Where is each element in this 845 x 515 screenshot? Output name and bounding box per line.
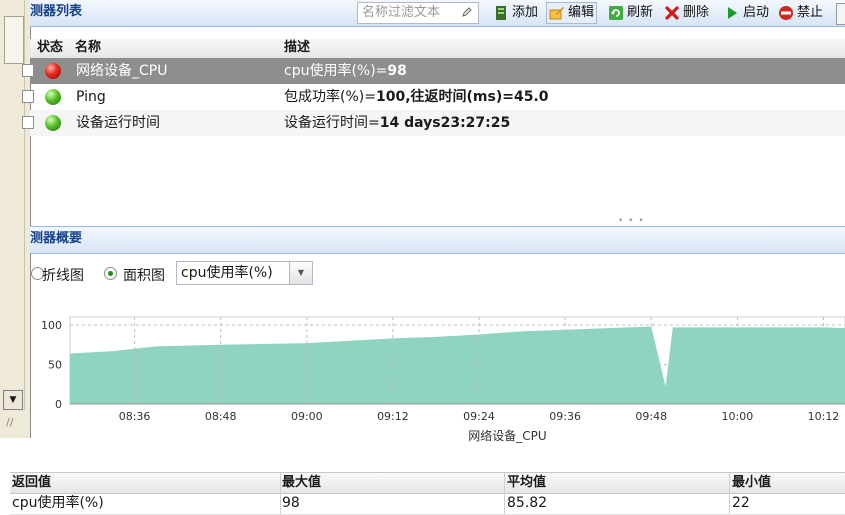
row-desc-prefix: cpu使用率(%)= (284, 63, 388, 79)
row-desc-prefix: 设备运行时间= (284, 115, 380, 131)
status-green-icon (45, 89, 61, 105)
row-checkbox[interactable] (22, 116, 34, 129)
scroll-thumb[interactable] (4, 16, 24, 64)
line-chart-label[interactable]: 折线图 (42, 265, 84, 285)
edit-button[interactable]: 编辑 (546, 2, 598, 24)
add-label: 添加 (512, 5, 539, 20)
stat-avg: 85.82 (507, 495, 548, 511)
row-desc: cpu使用率(%)=98 (284, 58, 407, 84)
area-chart-label[interactable]: 面积图 (123, 265, 165, 285)
metric-select-value: cpu使用率(%) (181, 265, 273, 281)
monitor-list-title: 测器列表 (30, 4, 83, 19)
row-desc-value: 100,往返时间(ms)=45.0 (375, 89, 549, 105)
edit-icon (549, 7, 564, 20)
x-tick-label: 09:12 (377, 410, 409, 423)
refresh-label: 刷新 (627, 5, 654, 20)
x-axis-label: 网络设备_CPU (468, 428, 546, 443)
status-green-icon (45, 115, 61, 131)
summary-title: 测器概要 (30, 231, 83, 246)
x-tick-label: 09:24 (463, 410, 495, 423)
col-status[interactable]: 状态 (37, 39, 63, 57)
x-tick-label: 09:48 (635, 410, 667, 423)
start-button[interactable]: 启动 (724, 2, 769, 24)
x-tick-label: 10:00 (722, 410, 754, 423)
area-chart: 0 50 100 08:36 08:48 09:00 09:12 09:24 09:36 09:4… (41, 316, 845, 443)
row-name: 网络设备_CPU (76, 63, 168, 79)
table-row[interactable]: Ping 包成功率(%)=100,往返时间(ms)=45.0 (22, 84, 845, 110)
col-desc[interactable]: 描述 (284, 39, 310, 57)
resize-grip-icon[interactable]: // (6, 416, 22, 430)
add-icon (496, 6, 506, 20)
play-icon (728, 7, 737, 19)
forbid-icon (779, 6, 793, 20)
y-tick-label: 50 (48, 359, 62, 372)
x-tick-label: 09:36 (549, 410, 581, 423)
x-tick-label: 08:36 (119, 410, 151, 423)
stats-row: cpu使用率(%) 98 85.82 22 (10, 493, 845, 515)
col-max[interactable]: 最大值 (282, 473, 321, 493)
metric-select[interactable]: cpu使用率(%) ▼ (176, 261, 313, 285)
x-tick-label: 10:12 (808, 410, 840, 423)
col-name[interactable]: 名称 (75, 39, 101, 57)
row-name: 设备运行时间 (76, 115, 160, 131)
area-chart-radio[interactable] (104, 267, 117, 280)
start-label: 启动 (743, 5, 770, 20)
row-name: Ping (76, 89, 106, 105)
disable-button[interactable]: 禁止 (778, 2, 823, 24)
stat-max: 98 (282, 495, 300, 511)
add-button[interactable]: 添加 (493, 2, 538, 24)
row-desc-prefix: 包成功率(%)= (284, 89, 376, 105)
panel-splitter-handle[interactable]: • • • (618, 216, 645, 226)
row-desc-value: 14 days23:27:25 (379, 115, 511, 131)
refresh-button[interactable]: 刷新 (608, 2, 653, 24)
summary-header: 测器概要 (30, 226, 845, 254)
clear-filter-icon[interactable] (461, 6, 473, 18)
monitor-table-header: 状态 名称 描述 (30, 39, 845, 59)
name-filter-input[interactable]: 名称过滤文本 (357, 2, 479, 24)
stat-min: 22 (732, 495, 750, 511)
scroll-down-arrow-icon[interactable]: ▼ (3, 390, 23, 410)
delete-label: 删除 (683, 5, 710, 20)
row-desc: 设备运行时间=14 days23:27:25 (284, 110, 510, 136)
refresh-icon (609, 6, 623, 20)
y-tick-label: 100 (41, 319, 62, 332)
y-tick-label: 0 (55, 398, 62, 411)
col-return[interactable]: 返回值 (12, 473, 51, 493)
toolbar-overflow-button[interactable] (836, 3, 845, 25)
table-row[interactable]: 设备运行时间 设备运行时间=14 days23:27:25 (22, 110, 845, 136)
col-min[interactable]: 最小值 (732, 473, 771, 493)
stats-header: 返回值 最大值 平均值 最小值 (10, 472, 845, 494)
col-avg[interactable]: 平均值 (507, 473, 546, 493)
x-tick-label: 09:00 (291, 410, 323, 423)
delete-button[interactable]: 删除 (664, 2, 709, 24)
row-checkbox[interactable] (22, 64, 34, 77)
delete-x-icon (665, 6, 679, 20)
table-row[interactable]: 网络设备_CPU cpu使用率(%)=98 (22, 58, 845, 84)
disable-label: 禁止 (797, 5, 824, 20)
stat-return: cpu使用率(%) (12, 495, 104, 511)
filter-placeholder: 名称过滤文本 (362, 5, 441, 20)
status-red-icon (45, 63, 61, 79)
row-checkbox[interactable] (22, 90, 34, 103)
x-tick-label: 08:48 (205, 410, 237, 423)
row-desc-value: 98 (387, 63, 407, 79)
edit-label: 编辑 (568, 5, 595, 20)
chevron-down-icon[interactable]: ▼ (289, 262, 312, 284)
row-desc: 包成功率(%)=100,往返时间(ms)=45.0 (284, 84, 549, 110)
